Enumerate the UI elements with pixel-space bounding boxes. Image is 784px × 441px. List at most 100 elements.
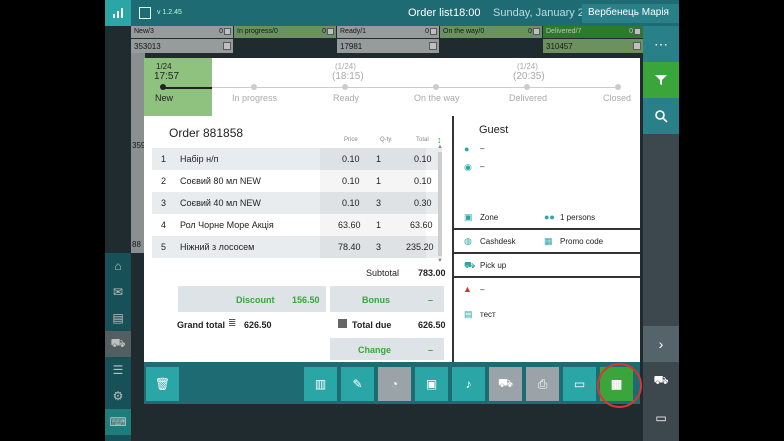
bonus-button[interactable]: Bonus – xyxy=(330,286,444,312)
item-number: 5 xyxy=(161,242,167,252)
item-total: 0.30 xyxy=(414,198,432,208)
item-price: 63.60 xyxy=(338,220,361,230)
item-price: 78.40 xyxy=(338,242,361,252)
timeline-time: (20:35) xyxy=(513,71,545,82)
table-row[interactable]: 3 Соєвий 40 мл NEW 0.10 3 0.30 xyxy=(152,192,442,214)
table-row[interactable]: 1 Набір н/п 0.10 1 0.10 xyxy=(152,148,442,170)
timeline-step-in-progress[interactable]: In progress xyxy=(232,93,277,103)
comment-field[interactable]: тест xyxy=(480,310,496,319)
message-icon: ▭ xyxy=(573,377,586,391)
bonus-value: – xyxy=(428,295,434,305)
table-row[interactable]: 2 Соєвий 80 мл NEW 0.10 1 0.10 xyxy=(152,170,442,192)
date: Sunday, January 24 xyxy=(493,7,591,19)
change-value: – xyxy=(428,345,434,355)
timeline-dot xyxy=(160,84,166,90)
total-due-value: 626.50 xyxy=(418,320,446,330)
app-version: v 1.2.45 xyxy=(157,9,182,16)
divider xyxy=(454,276,640,278)
zone-icon: ▣ xyxy=(464,212,473,222)
header-total: Total xyxy=(416,137,429,143)
action-toolbar: 🗑 ▥ ✎ ◔ ▣ ♪ ⛟ ⎙ ▭ ▦ xyxy=(144,362,640,404)
guest-address[interactable]: – xyxy=(480,162,484,171)
grand-total-value: 626.50 xyxy=(244,320,272,330)
timeline-step-new[interactable]: New xyxy=(155,93,173,103)
discount-tag-button[interactable]: ◔ xyxy=(378,367,411,401)
item-name: Рол Чорне Море Акція xyxy=(180,220,274,230)
top-bar: v 1.2.45 Order list 18:00 Sunday, Januar… xyxy=(105,0,679,26)
comment-icon: ▤ xyxy=(464,309,473,319)
globe-icon: ◍ xyxy=(464,236,472,246)
warning-field[interactable]: – xyxy=(480,285,484,294)
pickup-field[interactable]: Pick up xyxy=(480,261,506,270)
discount-button[interactable]: Discount 156.50 xyxy=(178,286,326,312)
timeline-date: (1/24) xyxy=(335,62,356,71)
timeline-date: 1/24 xyxy=(156,62,172,71)
search-icon[interactable] xyxy=(643,98,679,134)
persons-field[interactable]: 1 persons xyxy=(560,213,595,222)
courier-icon[interactable]: ⛟ xyxy=(643,362,679,400)
notify-button[interactable]: ♪ xyxy=(452,367,485,401)
promo-icon: ▦ xyxy=(544,236,553,246)
cashdesk-field[interactable]: Cashdesk xyxy=(480,237,516,246)
more-icon[interactable]: ⋯ xyxy=(643,26,679,62)
timeline-time: (18:15) xyxy=(332,71,364,82)
scroll-down-icon[interactable]: ▼ xyxy=(437,258,443,264)
promo-code-field[interactable]: Promo code xyxy=(560,237,603,246)
print-button[interactable]: ⎙ xyxy=(526,367,559,401)
timeline-dot xyxy=(524,84,530,90)
pencil-icon: ✎ xyxy=(352,377,363,391)
total-due-checkbox[interactable] xyxy=(338,319,347,328)
zone-field[interactable]: Zone xyxy=(480,213,498,222)
discount-label: Discount xyxy=(236,295,275,305)
delete-button[interactable]: 🗑 xyxy=(146,367,179,401)
item-name: Соєвий 40 мл NEW xyxy=(180,198,261,208)
timeline-dot xyxy=(342,84,348,90)
item-total: 63.60 xyxy=(410,220,433,230)
item-name: Соєвий 80 мл NEW xyxy=(180,176,261,186)
item-total: 0.10 xyxy=(414,154,432,164)
chevron-right-icon[interactable]: › xyxy=(643,326,679,362)
order-panel: Order 881858 Price Q-ty Total ↕ 1 Набір … xyxy=(144,116,452,362)
timeline-step-delivered[interactable]: Delivered xyxy=(509,93,547,103)
timeline-step-closed[interactable]: Closed xyxy=(603,93,631,103)
scroll-up-icon[interactable]: ▲ xyxy=(437,144,443,150)
divider xyxy=(454,252,640,254)
guest-title: Guest xyxy=(479,124,509,136)
item-qty: 1 xyxy=(376,176,382,186)
app-icon xyxy=(139,7,151,19)
change-label: Change xyxy=(358,345,392,355)
wallet-button[interactable]: ▣ xyxy=(415,367,448,401)
order-items: 1 Набір н/п 0.10 1 0.10 2 Соєвий 80 мл N… xyxy=(152,148,442,258)
pickup-icon: ⛟ xyxy=(464,260,476,270)
page-title: Order list xyxy=(408,7,453,19)
tag-icon: ◔ xyxy=(390,377,399,391)
item-number: 4 xyxy=(161,220,167,230)
filter-icon[interactable] xyxy=(643,62,679,98)
message-button[interactable]: ▭ xyxy=(563,367,596,401)
change-button[interactable]: Change – xyxy=(330,338,444,360)
guest-name[interactable]: – xyxy=(480,144,484,153)
grand-total-label: Grand total xyxy=(177,320,226,330)
timeline-step-on-the-way[interactable]: On the way xyxy=(414,93,460,103)
receipt-button[interactable]: ▥ xyxy=(304,367,337,401)
table-row[interactable]: 4 Рол Чорне Море Акція 63.60 1 63.60 xyxy=(152,214,442,236)
edit-button[interactable]: ✎ xyxy=(341,367,374,401)
highlight-ring xyxy=(597,363,642,408)
scrollbar[interactable] xyxy=(438,152,442,256)
user-menu[interactable]: Вербенець Марія xyxy=(582,4,679,23)
timeline-step-ready[interactable]: Ready xyxy=(333,93,359,103)
table-row[interactable]: 5 Ніжний з лососем 78.40 3 235.20 xyxy=(152,236,442,258)
item-name: Набір н/п xyxy=(180,154,219,164)
trash-icon: 🗑 xyxy=(154,377,171,391)
item-total: 0.10 xyxy=(414,176,432,186)
timeline-time: 17:57 xyxy=(154,71,180,82)
printer-icon: ⎙ xyxy=(537,376,548,391)
chat-icon[interactable]: ▭ xyxy=(643,400,679,436)
signal-icon[interactable] xyxy=(105,0,131,26)
item-qty: 1 xyxy=(376,220,382,230)
persons-icon: ●● xyxy=(544,212,555,222)
header-price: Price xyxy=(344,137,358,143)
location-icon: ◉ xyxy=(464,162,472,172)
timeline-dot xyxy=(615,84,621,90)
courier-button[interactable]: ⛟ xyxy=(489,367,522,401)
